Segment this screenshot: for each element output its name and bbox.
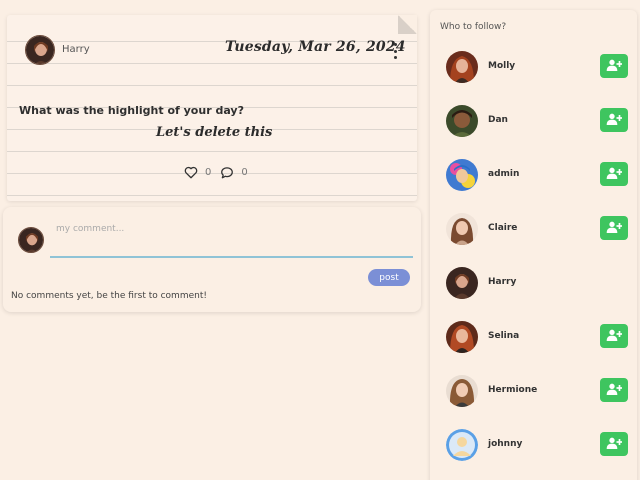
follow-item-selina: Selina	[430, 318, 637, 358]
avatar[interactable]	[446, 159, 478, 191]
follow-item-molly: Molly	[430, 48, 637, 88]
who-to-follow-panel: Who to follow? Molly Dan admin Claire Ha…	[430, 10, 637, 480]
who-to-follow-title: Who to follow?	[440, 22, 507, 32]
user-plus-icon	[606, 436, 623, 453]
follow-user-name[interactable]: johnny	[488, 439, 522, 449]
follow-item-hermione: Hermione	[430, 372, 637, 412]
follow-button[interactable]	[600, 432, 628, 456]
follow-button[interactable]	[600, 54, 628, 78]
follow-user-name[interactable]: Hermione	[488, 385, 537, 395]
follow-item-admin: admin	[430, 156, 637, 196]
page-fold-corner	[398, 15, 417, 34]
comment-input[interactable]	[50, 220, 413, 258]
post-reactions: 0 0	[184, 166, 257, 179]
current-user-avatar	[18, 227, 44, 253]
avatar[interactable]	[446, 321, 478, 353]
avatar[interactable]	[446, 105, 478, 137]
post-author-name[interactable]: Harry	[62, 44, 90, 55]
follow-button[interactable]	[600, 378, 628, 402]
follow-button[interactable]	[600, 108, 628, 132]
follow-user-name[interactable]: Selina	[488, 331, 519, 341]
no-comments-message: No comments yet, be the first to comment…	[11, 291, 207, 301]
avatar[interactable]	[446, 375, 478, 407]
follow-button[interactable]	[600, 162, 628, 186]
avatar[interactable]	[446, 213, 478, 245]
follow-user-name[interactable]: Molly	[488, 61, 515, 71]
avatar[interactable]	[446, 429, 478, 461]
kebab-menu-icon[interactable]	[392, 43, 398, 59]
follow-item-claire: Claire	[430, 210, 637, 250]
user-plus-icon	[606, 166, 623, 183]
post-card: Harry Tuesday, Mar 26, 2024 What was the…	[7, 15, 417, 201]
follow-user-name[interactable]: admin	[488, 169, 519, 179]
user-plus-icon	[606, 382, 623, 399]
user-plus-icon	[606, 220, 623, 237]
user-plus-icon	[606, 112, 623, 129]
follow-user-name[interactable]: Dan	[488, 115, 508, 125]
follow-item-johnny: johnny	[430, 426, 637, 466]
follow-button[interactable]	[600, 324, 628, 348]
post-note: Let's delete this	[156, 125, 273, 140]
comment-count: 0	[241, 167, 248, 178]
heart-icon[interactable]	[184, 166, 198, 179]
avatar[interactable]	[446, 51, 478, 83]
like-count: 0	[205, 167, 212, 178]
comment-bubble-icon[interactable]	[220, 166, 234, 179]
user-plus-icon	[606, 328, 623, 345]
follow-item-dan: Dan	[430, 102, 637, 142]
post-date: Tuesday, Mar 26, 2024	[225, 39, 406, 55]
follow-user-name[interactable]: Harry	[488, 277, 516, 287]
post-comment-button[interactable]: post	[368, 269, 410, 286]
follow-button[interactable]	[600, 216, 628, 240]
comment-card: post No comments yet, be the first to co…	[3, 207, 421, 312]
user-plus-icon	[606, 58, 623, 75]
avatar[interactable]	[446, 267, 478, 299]
post-author-avatar[interactable]	[25, 35, 55, 65]
post-question: What was the highlight of your day?	[19, 104, 244, 117]
follow-item-harry: Harry	[430, 264, 637, 304]
follow-user-name[interactable]: Claire	[488, 223, 517, 233]
